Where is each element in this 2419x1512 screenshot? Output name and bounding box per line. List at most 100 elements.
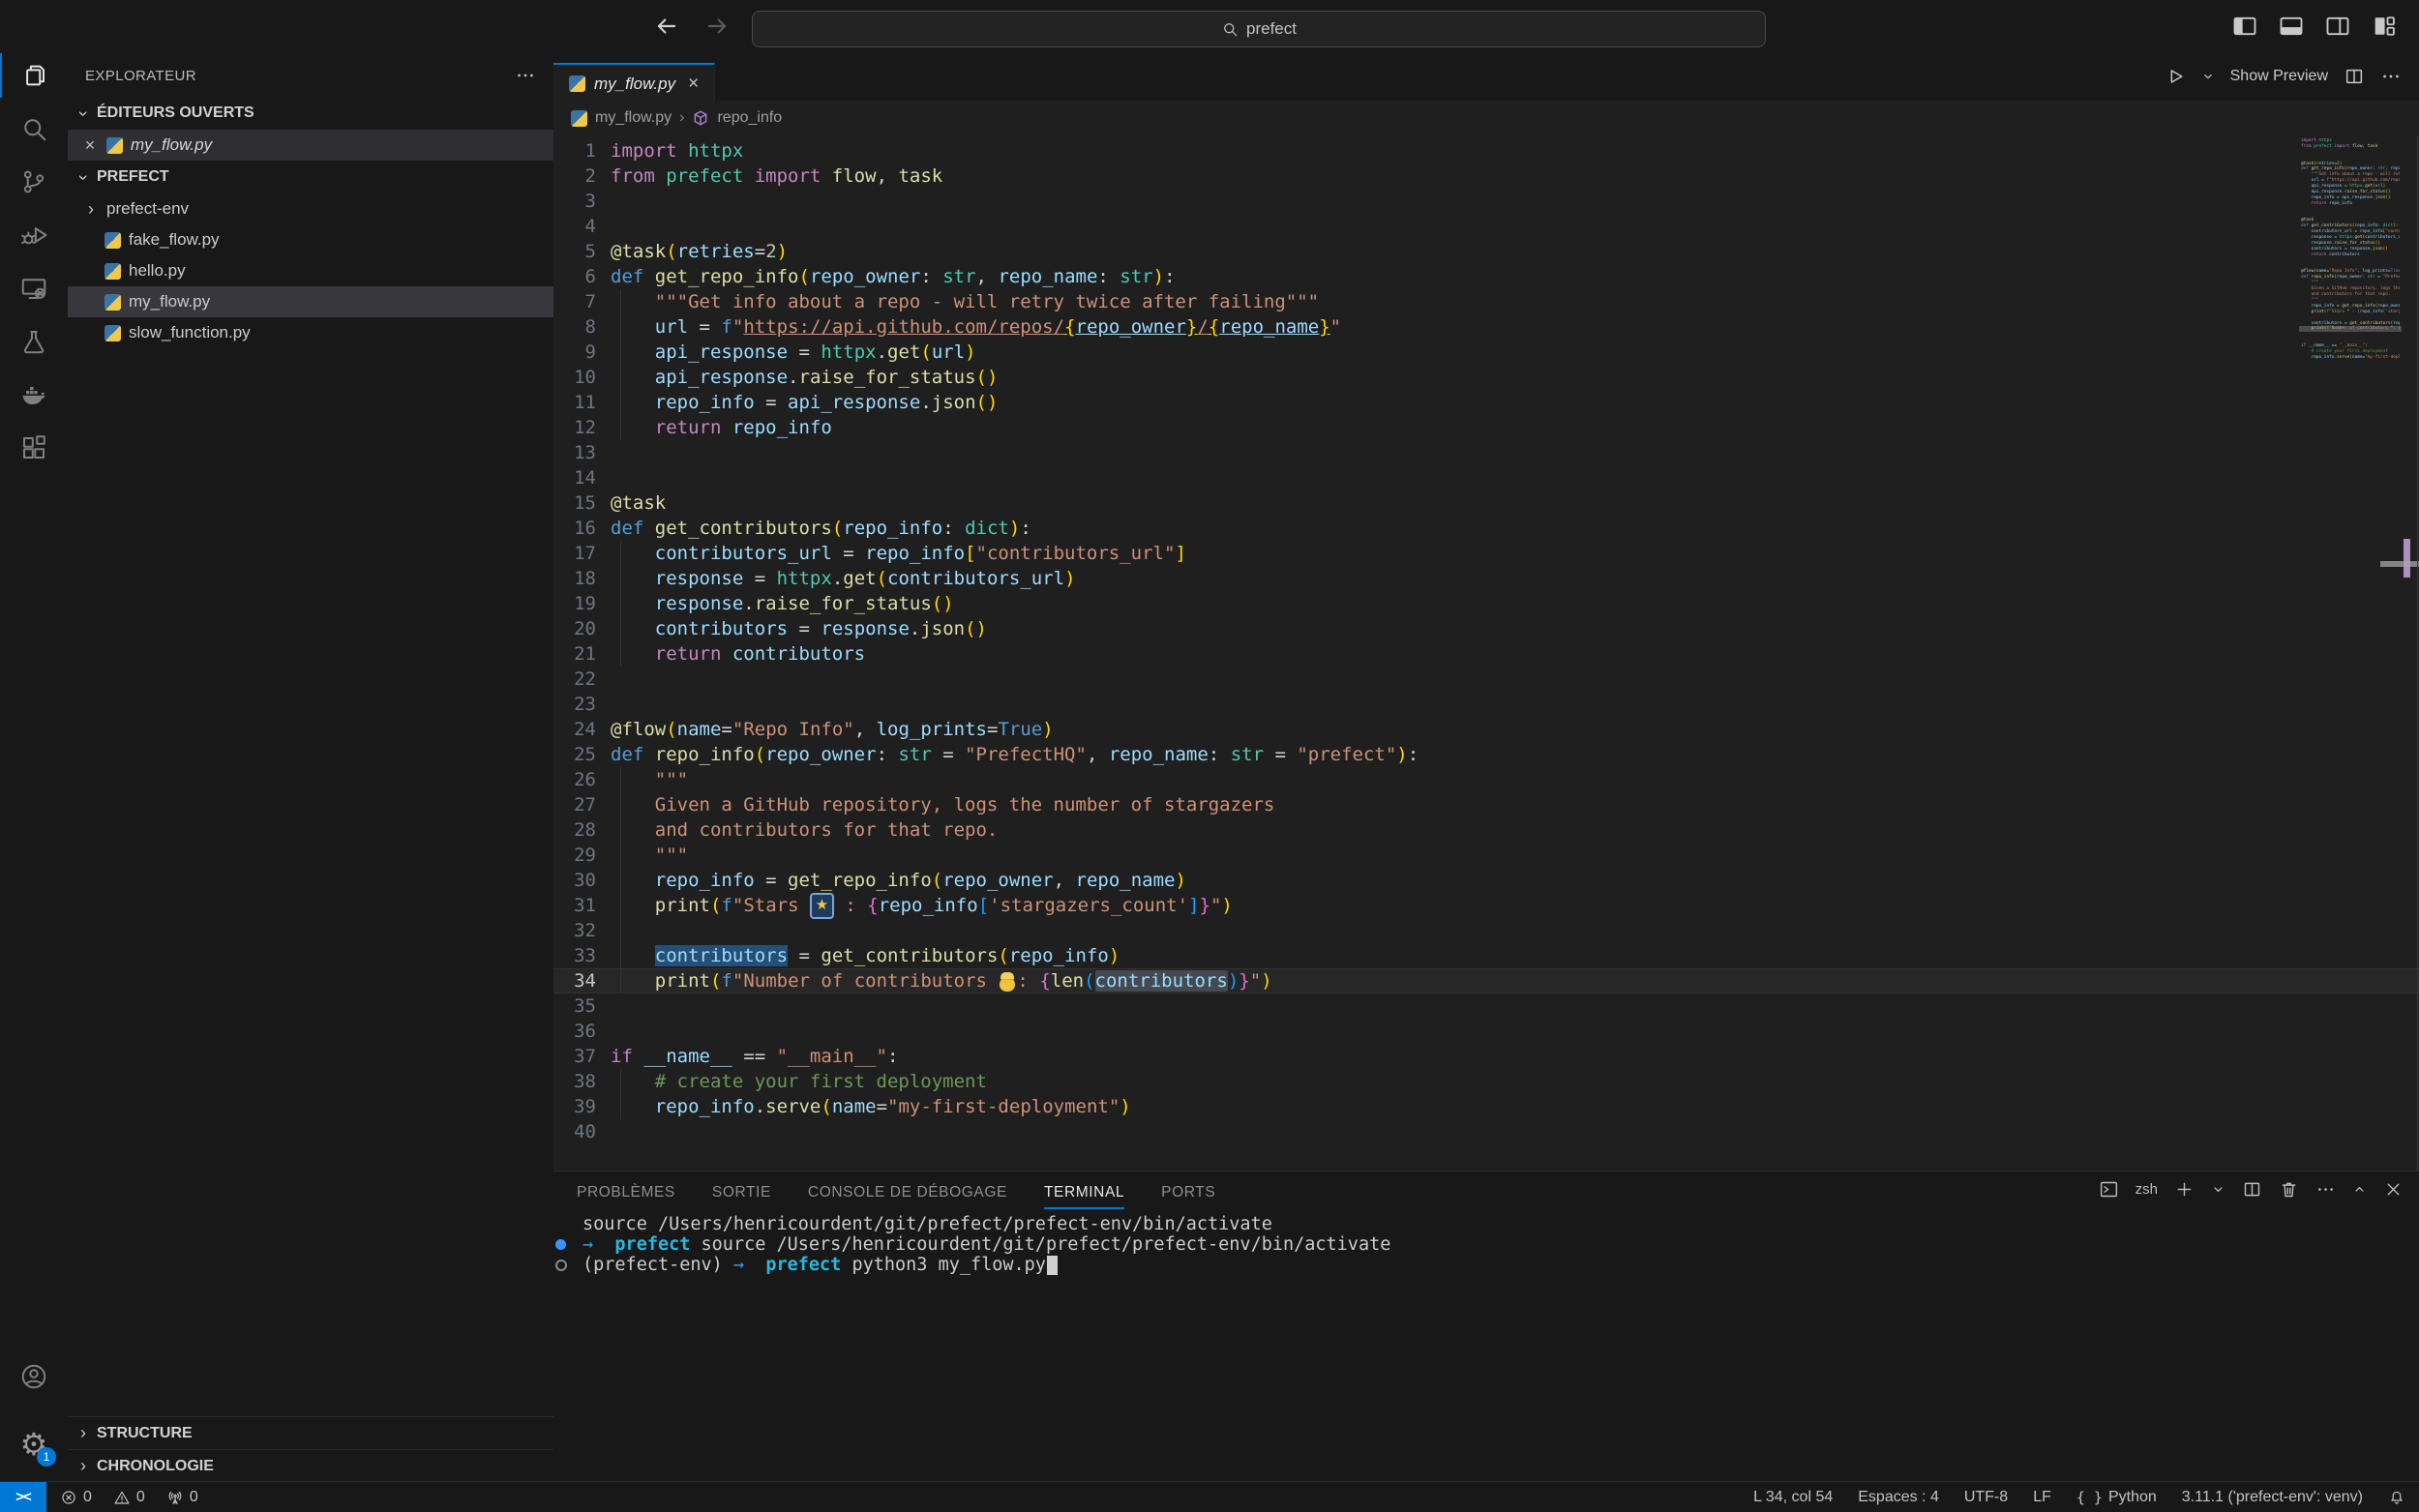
code-line[interactable]: 26 """ <box>553 767 2419 792</box>
shell-label[interactable]: zsh <box>2135 1181 2158 1198</box>
activity-item-search[interactable] <box>0 104 68 153</box>
code-line[interactable]: 35 <box>553 993 2419 1019</box>
code-line[interactable]: 39 repo_info.serve(name="my-first-deploy… <box>553 1094 2419 1119</box>
panel-tab-ports[interactable]: PORTS <box>1161 1171 1215 1214</box>
close-panel-icon[interactable] <box>2383 1179 2404 1200</box>
split-editor-icon[interactable] <box>2344 66 2365 87</box>
code-line[interactable]: 17 contributors_url = repo_info["contrib… <box>553 541 2419 566</box>
code-line[interactable]: 6def get_repo_info(repo_owner: str, repo… <box>553 264 2419 289</box>
activity-item-explorer[interactable] <box>0 51 68 100</box>
code-editor[interactable]: 1import httpx2from prefect import flow, … <box>553 135 2419 1171</box>
code-line[interactable]: 18 response = httpx.get(contributors_url… <box>553 566 2419 591</box>
activity-item-source-control[interactable] <box>0 158 68 206</box>
status-item-0[interactable]: 0 <box>60 1489 92 1506</box>
tree-item-slow-function-py[interactable]: slow_function.py <box>68 317 553 348</box>
project-section-header[interactable]: › PREFECT <box>68 161 553 193</box>
activity-item-remote-explorer[interactable] <box>0 264 68 312</box>
code-line[interactable]: 33 contributors = get_contributors(repo_… <box>553 943 2419 968</box>
tree-item-prefect-env[interactable]: ›prefect-env <box>68 193 553 224</box>
split-terminal-icon[interactable] <box>2242 1179 2262 1200</box>
tree-item-hello-py[interactable]: hello.py <box>68 255 553 286</box>
activity-item-testing[interactable] <box>0 317 68 366</box>
remote-indicator[interactable]: >< <box>0 1482 46 1512</box>
code-line[interactable]: 37if __name__ == "__main__": <box>553 1044 2419 1069</box>
code-line[interactable]: 1import httpx <box>553 138 2419 163</box>
show-preview-button[interactable]: Show Preview <box>2230 68 2328 85</box>
forward-arrow-icon[interactable] <box>704 14 730 39</box>
activity-item-extensions[interactable] <box>0 424 68 472</box>
panel-tab-probl-mes[interactable]: PROBLÈMES <box>577 1171 675 1214</box>
code-line[interactable]: 3 <box>553 189 2419 214</box>
more-actions-icon[interactable] <box>2380 66 2402 87</box>
more-actions-icon[interactable] <box>2315 1179 2336 1200</box>
code-line[interactable]: 5@task(retries=2) <box>553 239 2419 264</box>
code-line[interactable]: 25def repo_info(repo_owner: str = "Prefe… <box>553 742 2419 767</box>
tree-item-fake-flow-py[interactable]: fake_flow.py <box>68 224 553 255</box>
activity-item-accounts[interactable] <box>0 1352 68 1401</box>
chevron-down-icon[interactable] <box>2211 1182 2225 1197</box>
code-line[interactable]: 13 <box>553 440 2419 465</box>
code-line[interactable]: 27 Given a GitHub repository, logs the n… <box>553 792 2419 817</box>
code-line[interactable]: 11 repo_info = api_response.json() <box>553 390 2419 415</box>
command-decoration-icon[interactable] <box>555 1239 566 1250</box>
close-icon[interactable]: × <box>81 135 99 156</box>
code-line[interactable]: 38 # create your first deployment <box>553 1069 2419 1094</box>
activity-item-docker[interactable] <box>0 371 68 419</box>
status-item-l-34-col-54[interactable]: L 34, col 54 <box>1753 1489 1833 1506</box>
code-line[interactable]: 36 <box>553 1019 2419 1044</box>
layout-sidebar-left-icon[interactable] <box>2231 13 2258 40</box>
breadcrumb-symbol[interactable]: repo_info <box>717 109 782 127</box>
section-header-structure[interactable]: ›STRUCTURE <box>68 1416 553 1449</box>
code-line[interactable]: 22 <box>553 667 2419 692</box>
code-line[interactable]: 32 <box>553 918 2419 943</box>
code-line[interactable]: 34 print(f"Number of contributors : {len… <box>553 968 2419 993</box>
code-line[interactable]: 29 """ <box>553 843 2419 868</box>
maximize-panel-icon[interactable] <box>2352 1182 2367 1197</box>
activity-item-settings[interactable]: ⚙1 <box>0 1420 68 1468</box>
back-arrow-icon[interactable] <box>654 14 679 39</box>
panel-tab-terminal[interactable]: TERMINAL <box>1044 1171 1124 1214</box>
status-item-espaces-4[interactable]: Espaces : 4 <box>1858 1489 1939 1506</box>
code-line[interactable]: 21 return contributors <box>553 641 2419 667</box>
code-line[interactable]: 12 return repo_info <box>553 415 2419 440</box>
tree-item-my-flow-py[interactable]: my_flow.py <box>68 286 553 317</box>
code-line[interactable]: 10 api_response.raise_for_status() <box>553 365 2419 390</box>
code-line[interactable]: 16def get_contributors(repo_info: dict): <box>553 516 2419 541</box>
status-item-3-11-1-prefect-env-venv-[interactable]: 3.11.1 ('prefect-env': venv) <box>2182 1489 2363 1506</box>
code-line[interactable]: 28 and contributors for that repo. <box>553 817 2419 843</box>
kill-terminal-icon[interactable] <box>2279 1179 2299 1200</box>
close-icon[interactable]: × <box>688 74 699 95</box>
code-line[interactable]: 40 <box>553 1119 2419 1144</box>
panel-tab-sortie[interactable]: SORTIE <box>712 1171 771 1214</box>
terminal-output[interactable]: source /Users/henricourdent/git/prefect/… <box>553 1214 2419 1482</box>
code-line[interactable]: 24@flow(name="Repo Info", log_prints=Tru… <box>553 717 2419 742</box>
command-center-search[interactable]: prefect <box>752 11 1766 47</box>
more-actions-icon[interactable] <box>515 65 536 86</box>
code-line[interactable]: 23 <box>553 692 2419 717</box>
chevron-down-icon[interactable] <box>2201 70 2215 83</box>
open-editors-section-header[interactable]: › ÉDITEURS OUVERTS <box>68 97 553 130</box>
code-line[interactable]: 4 <box>553 214 2419 239</box>
layout-panel-icon[interactable] <box>2278 13 2305 40</box>
panel-tab-console-de-d-bogage[interactable]: CONSOLE DE DÉBOGAGE <box>808 1171 1007 1214</box>
status-item-0[interactable]: 0 <box>166 1489 198 1506</box>
status-item-0[interactable]: 0 <box>113 1489 145 1506</box>
minimap[interactable]: import httpxfrom prefect import flow, ta… <box>2301 138 2400 367</box>
code-line[interactable]: 19 response.raise_for_status() <box>553 591 2419 616</box>
code-line[interactable]: 7 """Get info about a repo - will retry … <box>553 289 2419 314</box>
status-item-utf-8[interactable]: UTF-8 <box>1964 1489 2008 1506</box>
status-item-python[interactable]: { }Python <box>2076 1489 2157 1506</box>
activity-item-run-debug[interactable] <box>0 211 68 259</box>
status-item-lf[interactable]: LF <box>2033 1489 2051 1506</box>
code-line[interactable]: 15@task <box>553 490 2419 516</box>
code-line[interactable]: 30 repo_info = get_repo_info(repo_owner,… <box>553 868 2419 893</box>
open-editor-item[interactable]: × my_flow.py <box>68 130 553 161</box>
code-line[interactable]: 2from prefect import flow, task <box>553 163 2419 189</box>
section-header-chronologie[interactable]: ›CHRONOLOGIE <box>68 1449 553 1482</box>
breadcrumb-file[interactable]: my_flow.py <box>595 109 672 127</box>
code-line[interactable]: 20 contributors = response.json() <box>553 616 2419 641</box>
run-python-file-button[interactable] <box>2165 66 2186 87</box>
code-line[interactable]: 8 url = f"https://api.github.com/repos/{… <box>553 314 2419 340</box>
code-line[interactable]: 14 <box>553 465 2419 490</box>
code-line[interactable]: 9 api_response = httpx.get(url) <box>553 340 2419 365</box>
